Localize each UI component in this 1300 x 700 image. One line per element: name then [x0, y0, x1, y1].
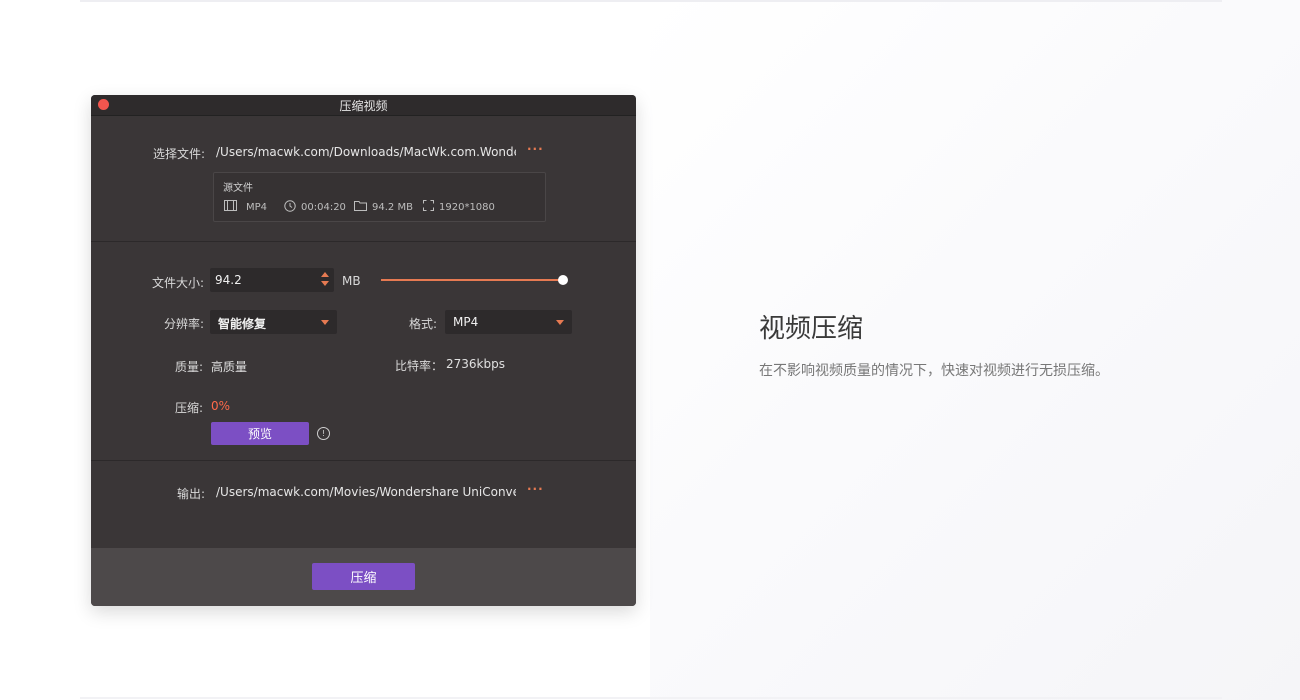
- source-format-value: MP4: [246, 201, 268, 213]
- file-size-unit: MB: [342, 274, 361, 288]
- select-file-path[interactable]: /Users/macwk.com/Downloads/MacWk.com.Won…: [216, 145, 516, 159]
- source-file-info: 源文件 MP4 00:04:20 94.2 MB 1920*1080: [213, 172, 546, 222]
- resolution-value: 智能修复: [218, 317, 267, 331]
- file-size-value: 94.2: [215, 273, 242, 287]
- film-icon: [224, 200, 237, 214]
- browse-output-button[interactable]: ···: [527, 482, 544, 496]
- info-icon[interactable]: !: [317, 427, 330, 440]
- format-label: 格式:: [409, 317, 438, 331]
- compress-video-window: 压缩视频 选择文件: /Users/macwk.com/Downloads/Ma…: [91, 95, 636, 606]
- section-divider: [91, 460, 636, 461]
- file-size-input[interactable]: 94.2: [210, 268, 334, 292]
- feature-description: 在不影响视频质量的情况下，快速对视频进行无损压缩。: [759, 363, 1109, 379]
- source-resolution: 1920*1080: [423, 200, 495, 214]
- title-bar: 压缩视频: [91, 95, 636, 116]
- top-divider: [80, 0, 1222, 2]
- source-duration: 00:04:20: [284, 200, 346, 215]
- bitrate-label: 比特率：: [395, 359, 444, 373]
- format-value: MP4: [453, 315, 479, 329]
- compress-label: 压缩:: [175, 401, 204, 415]
- select-file-label: 选择文件:: [153, 147, 206, 161]
- expand-icon: [423, 200, 434, 214]
- feature-heading: 视频压缩: [759, 314, 864, 344]
- source-size-value: 94.2 MB: [372, 201, 413, 213]
- compress-button[interactable]: 压缩: [312, 563, 415, 590]
- window-title: 压缩视频: [339, 99, 388, 113]
- compress-ratio-value: 0%: [211, 399, 231, 413]
- file-size-slider-thumb[interactable]: [558, 275, 568, 285]
- chevron-down-icon: [556, 320, 564, 325]
- dialog-footer: 压缩: [91, 548, 636, 606]
- quality-value: 高质量: [211, 360, 248, 374]
- output-label: 输出:: [177, 487, 206, 501]
- resolution-label: 分辨率:: [164, 317, 205, 331]
- background-gradient: [650, 0, 1300, 700]
- file-size-stepper[interactable]: [321, 272, 329, 288]
- file-size-label: 文件大小:: [152, 276, 205, 290]
- preview-button[interactable]: 预览: [211, 422, 309, 445]
- format-select[interactable]: MP4: [445, 310, 572, 334]
- source-size: 94.2 MB: [354, 200, 413, 214]
- chevron-down-icon: [321, 320, 329, 325]
- browse-file-button[interactable]: ···: [527, 142, 544, 156]
- bottom-divider: [80, 697, 1222, 699]
- source-resolution-value: 1920*1080: [439, 201, 495, 213]
- folder-icon: [354, 200, 367, 214]
- file-size-slider-track[interactable]: [381, 279, 562, 281]
- section-divider: [91, 241, 636, 242]
- stepper-up-icon[interactable]: [321, 272, 329, 277]
- stepper-down-icon[interactable]: [321, 281, 329, 286]
- source-file-title: 源文件: [223, 183, 253, 194]
- resolution-select[interactable]: 智能修复: [210, 310, 337, 334]
- clock-icon: [284, 200, 296, 215]
- output-path[interactable]: /Users/macwk.com/Movies/Wondershare UniC…: [216, 485, 516, 499]
- bitrate-value: 2736kbps: [446, 357, 505, 371]
- source-duration-value: 00:04:20: [301, 202, 346, 213]
- quality-label: 质量:: [175, 360, 204, 374]
- source-format: MP4: [224, 200, 267, 214]
